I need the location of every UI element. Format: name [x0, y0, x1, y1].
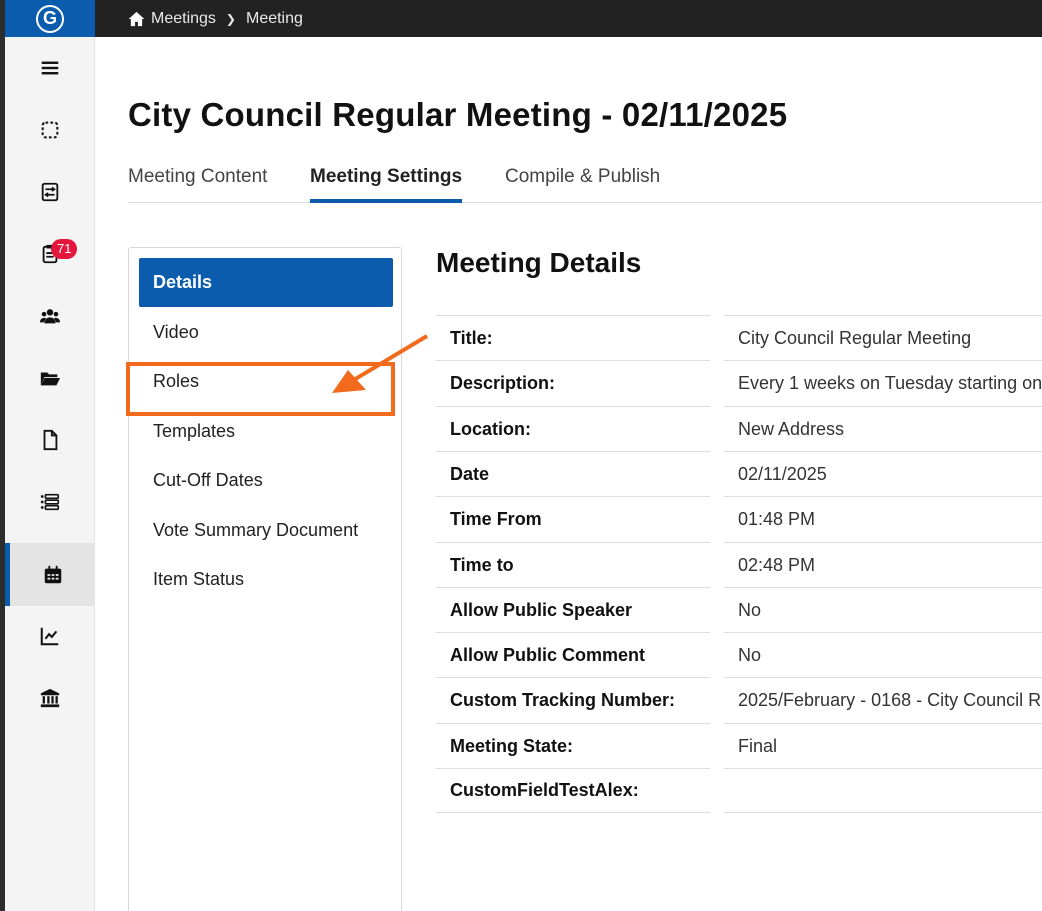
detail-label: Meeting State: [435, 723, 710, 768]
breadcrumb-meeting: Meeting [245, 9, 303, 27]
government-icon[interactable] [5, 667, 95, 729]
nav-cut-off-dates[interactable]: Cut-Off Dates [139, 456, 393, 505]
page-title: City Council Regular Meeting - 02/11/202… [128, 96, 788, 133]
app-logo[interactable]: G [5, 0, 95, 37]
tab-bar: Meeting Content Meeting Settings Compile… [128, 166, 1042, 203]
tasks-icon[interactable] [5, 223, 95, 285]
detail-label: Location: [435, 406, 710, 451]
notification-badge: 71 [51, 239, 78, 259]
detail-label: Date [435, 451, 710, 496]
section-title: Meeting Details [436, 247, 642, 278]
detail-value: 2025/February - 0168 - City Council R [724, 677, 1042, 722]
select-area-icon[interactable] [5, 99, 95, 161]
detail-label: CustomFieldTestAlex: [435, 768, 710, 813]
detail-value [724, 768, 1042, 813]
folder-icon[interactable] [5, 347, 95, 409]
menu-icon[interactable] [5, 37, 95, 99]
nav-item-status[interactable]: Item Status [139, 555, 393, 604]
chart-icon[interactable] [5, 605, 95, 667]
detail-value: City Council Regular Meeting [724, 315, 1042, 360]
list-icon[interactable] [5, 471, 95, 533]
breadcrumb: Meetings ❯ Meeting [95, 0, 1042, 37]
detail-label: Description: [435, 360, 710, 405]
detail-value: No [724, 587, 1042, 632]
detail-label: Allow Public Comment [435, 632, 710, 677]
detail-label: Custom Tracking Number: [435, 677, 710, 722]
breadcrumb-meetings[interactable]: Meetings [151, 10, 216, 28]
sidebar: G 71 [5, 0, 95, 911]
document-icon[interactable] [5, 409, 95, 471]
detail-value: Every 1 weeks on Tuesday starting on [724, 360, 1042, 405]
nav-details[interactable]: Details [139, 258, 393, 307]
detail-value: 02:48 PM [724, 542, 1042, 587]
detail-value: No [724, 632, 1042, 677]
annotation-arrow-icon [332, 334, 429, 393]
chevron-right-icon: ❯ [225, 11, 236, 26]
home-icon[interactable] [128, 11, 145, 27]
detail-label: Title: [435, 315, 710, 360]
logo-icon: G [36, 4, 64, 33]
detail-value: New Address [724, 406, 1042, 451]
detail-label: Time to [435, 542, 710, 587]
users-icon[interactable] [5, 285, 95, 347]
tab-meeting-settings[interactable]: Meeting Settings [310, 166, 463, 203]
detail-label: Allow Public Speaker [435, 587, 710, 632]
tab-meeting-content[interactable]: Meeting Content [128, 166, 267, 203]
detail-label: Time From [435, 496, 710, 541]
agenda-icon[interactable] [5, 161, 95, 223]
detail-value: 01:48 PM [724, 496, 1042, 541]
detail-value: Final [724, 723, 1042, 768]
tab-compile-publish[interactable]: Compile & Publish [505, 166, 660, 203]
calendar-icon[interactable] [5, 543, 95, 606]
nav-vote-summary-document[interactable]: Vote Summary Document [139, 506, 393, 555]
detail-value: 02/11/2025 [724, 451, 1042, 496]
